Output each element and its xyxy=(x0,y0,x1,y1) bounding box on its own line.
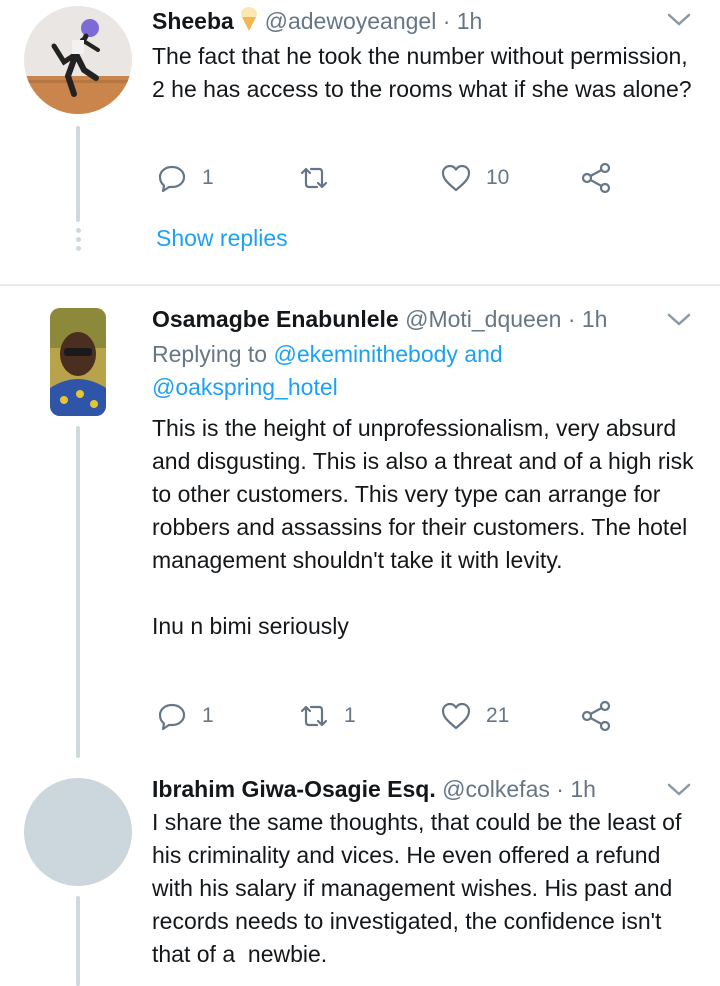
retweet-icon xyxy=(300,167,328,189)
avatar[interactable] xyxy=(24,778,132,886)
chevron-down-icon[interactable] xyxy=(666,306,692,332)
user-handle[interactable]: @Moti_dqueen xyxy=(405,306,561,332)
avatar[interactable] xyxy=(24,6,132,114)
share-icon xyxy=(581,700,611,732)
display-name[interactable]: Ibrahim Giwa-Osagie Esq. xyxy=(152,776,436,802)
retweet-count: 1 xyxy=(344,704,356,727)
tweet-osamagbe[interactable]: Osamagbe Enabunlele @Moti_dqueen · 1h Re… xyxy=(0,286,720,766)
tweet-text: I share the same thoughts, that could be… xyxy=(152,809,688,967)
ice-cream-icon xyxy=(240,6,258,39)
thread-line xyxy=(76,426,80,758)
thread-line xyxy=(76,896,80,986)
reply-button[interactable]: 1 xyxy=(156,696,214,736)
chevron-down-icon[interactable] xyxy=(666,6,692,32)
tweet-text: The fact that he took the number without… xyxy=(152,43,695,102)
tweet-actions: 1 1 21 xyxy=(152,696,632,736)
reply-count: 1 xyxy=(202,704,214,727)
timestamp[interactable]: 1h xyxy=(582,306,608,332)
tweet-header: Ibrahim Giwa-Osagie Esq. @colkefas · 1h xyxy=(152,774,596,804)
replying-to: Replying to @ekeminithebody and @oakspri… xyxy=(152,338,700,404)
reply-button[interactable]: 1 xyxy=(156,158,214,198)
tweet-header: Sheeba @adewoyeangel · 1h xyxy=(152,6,482,39)
like-count: 10 xyxy=(486,166,510,189)
avatar-photo-image xyxy=(50,308,106,416)
show-replies-link[interactable]: Show replies xyxy=(156,225,288,252)
timestamp[interactable]: 1h xyxy=(457,8,483,34)
retweet-button[interactable]: 1 xyxy=(298,696,356,736)
user-handle[interactable]: @adewoyeangel xyxy=(265,8,437,34)
avatar-dancer-image xyxy=(24,6,132,114)
timestamp[interactable]: 1h xyxy=(570,776,596,802)
user-handle[interactable]: @colkefas xyxy=(442,776,550,802)
thread-dots xyxy=(76,228,81,255)
tweet-sheeba[interactable]: Sheeba @adewoyeangel · 1h The fact that … xyxy=(0,0,720,284)
tweet-actions: 1 10 xyxy=(152,158,632,198)
replying-to-users[interactable]: @ekeminithebody and xyxy=(273,341,502,367)
like-count: 21 xyxy=(486,704,510,727)
share-icon xyxy=(581,162,611,194)
retweet-icon xyxy=(300,705,328,727)
reply-icon xyxy=(158,703,186,731)
chevron-down-icon[interactable] xyxy=(666,776,692,802)
separator-dot: · xyxy=(442,8,451,34)
tweet-text: This is the height of unprofessionalism,… xyxy=(152,415,694,639)
share-button[interactable] xyxy=(580,158,612,198)
reply-icon xyxy=(158,165,186,193)
like-button[interactable]: 10 xyxy=(440,158,509,198)
tweet-ibrahim[interactable]: Ibrahim Giwa-Osagie Esq. @colkefas · 1h … xyxy=(0,766,720,986)
heart-icon xyxy=(441,702,471,730)
reply-count: 1 xyxy=(202,166,214,189)
share-button[interactable] xyxy=(580,696,612,736)
replying-to-label: Replying to xyxy=(152,341,268,367)
avatar[interactable] xyxy=(50,308,106,416)
retweet-button[interactable] xyxy=(298,158,344,198)
tweet-header: Osamagbe Enabunlele @Moti_dqueen · 1h xyxy=(152,304,607,334)
replying-to-users-2[interactable]: @oakspring_hotel xyxy=(152,374,338,400)
display-name[interactable]: Sheeba xyxy=(152,8,234,34)
display-name[interactable]: Osamagbe Enabunlele xyxy=(152,306,399,332)
like-button[interactable]: 21 xyxy=(440,696,509,736)
separator-dot: · xyxy=(556,776,564,802)
separator-dot: · xyxy=(567,306,576,332)
thread-line xyxy=(76,126,80,222)
heart-icon xyxy=(441,164,471,192)
